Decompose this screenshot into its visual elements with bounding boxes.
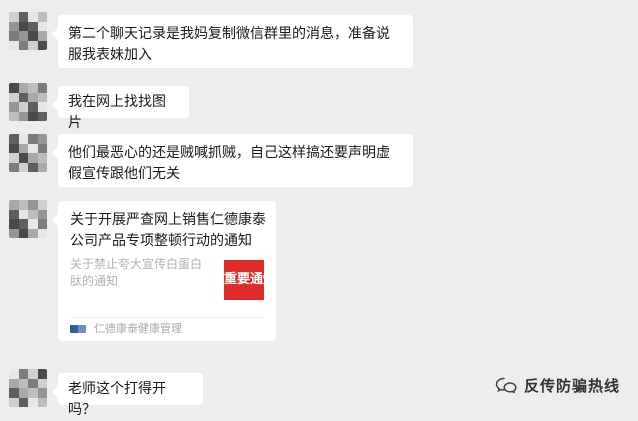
article-title: 关于开展严查网上销售仁德康泰公司产品专项整顿行动的通知 (70, 212, 266, 249)
message-text: 他们最恶心的还是贼喊抓贼，自己这样搞还要声明虚假宣传跟他们无关 (68, 145, 390, 182)
article-description: 关于禁止夸大宣传白蛋白肽的通知 (70, 257, 203, 288)
chat-message-bubble[interactable]: 老师这个打得开吗？ (52, 373, 203, 418)
wechat-official-account-icon (495, 377, 517, 393)
avatar[interactable] (9, 369, 47, 407)
article-source: 仁德康泰健康管理 (70, 320, 182, 338)
source-name: 仁德康泰健康管理 (94, 322, 182, 335)
source-logo-icon (70, 325, 86, 333)
avatar[interactable] (9, 83, 47, 121)
watermark: 反传防骗热线 (495, 375, 620, 395)
article-thumbnail: 重要通知 (224, 260, 264, 300)
chat-message-bubble[interactable]: 我在网上找找图片 (52, 86, 189, 131)
shared-article-card[interactable]: 关于开展严查网上销售仁德康泰公司产品专项整顿行动的通知 关于禁止夸大宣传白蛋白肽… (52, 201, 276, 341)
message-text: 老师这个打得开吗？ (68, 381, 166, 418)
chat-message-bubble[interactable]: 他们最恶心的还是贼喊抓贼，自己这样搞还要声明虚假宣传跟他们无关 (52, 134, 413, 187)
message-text: 我在网上找找图片 (68, 94, 166, 131)
watermark-text: 反传防骗热线 (523, 376, 620, 395)
divider (70, 317, 264, 318)
avatar[interactable] (9, 134, 47, 172)
message-text: 第二个聊天记录是我妈复制微信群里的消息，准备说服我表妹加入 (68, 26, 390, 63)
chat-message-bubble[interactable]: 第二个聊天记录是我妈复制微信群里的消息，准备说服我表妹加入 (52, 15, 413, 68)
avatar[interactable] (9, 200, 47, 238)
avatar[interactable] (9, 12, 47, 50)
